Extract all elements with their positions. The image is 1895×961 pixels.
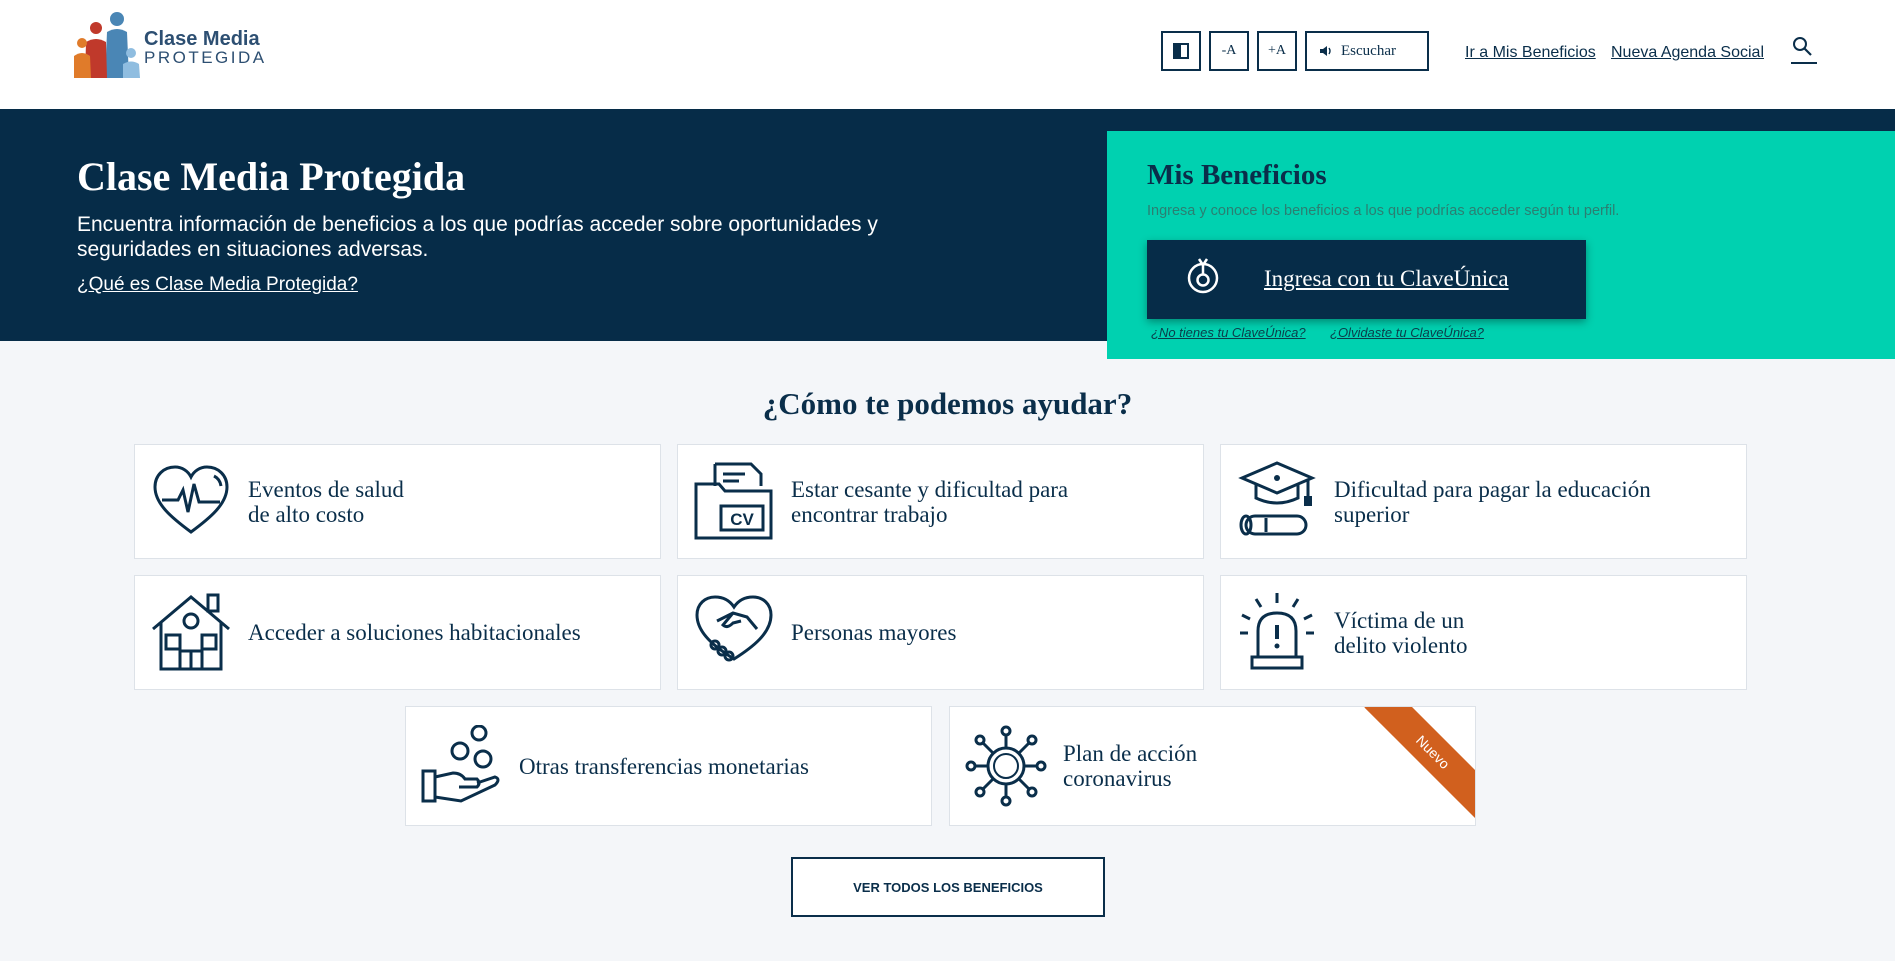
site-logo[interactable]: Clase Media PROTEGIDA — [74, 12, 264, 82]
logo-line2: PROTEGIDA — [144, 48, 267, 67]
claveunica-login-button[interactable]: Ingresa con tu ClaveÚnica — [1147, 240, 1586, 319]
beneficios-title: Mis Beneficios — [1147, 159, 1327, 191]
forgot-claveunica-link[interactable]: ¿Olvidaste tu ClaveÚnica? — [1330, 325, 1484, 340]
card-label: Plan de acción coronavirus — [1063, 741, 1198, 791]
search-icon — [1793, 37, 1812, 56]
card-label: Personas mayores — [791, 620, 957, 645]
house-icon — [152, 593, 230, 671]
agenda-social-link[interactable]: Nueva Agenda Social — [1611, 44, 1764, 62]
card-transferencias[interactable]: Otras transferencias monetarias — [405, 706, 932, 826]
card-label: Víctima de un delito violento — [1334, 607, 1468, 658]
listen-label: Escuchar — [1341, 42, 1396, 59]
hand-coins-icon — [421, 725, 500, 803]
card-label: Acceder a soluciones habitacionales — [248, 620, 581, 645]
card-educacion[interactable]: Dificultad para pagar la educación super… — [1220, 444, 1747, 559]
siren-icon — [1240, 593, 1314, 670]
card-label: Otras transferencias monetarias — [519, 753, 809, 779]
speaker-icon — [1320, 46, 1331, 56]
listen-button[interactable]: Escuchar — [1305, 31, 1429, 71]
card-label: Eventos de salud de alto costo — [248, 476, 404, 527]
card-habitacionales[interactable]: Acceder a soluciones habitacionales — [134, 575, 661, 690]
increase-text-button[interactable]: +A — [1257, 31, 1297, 71]
beneficios-subtitle: Ingresa y conoce los beneficios a los qu… — [1147, 203, 1620, 219]
site-header: Clase Media PROTEGIDA -A +A Escuchar Ir … — [0, 0, 1895, 109]
family-logo-icon — [74, 12, 140, 78]
svg-text:CV: CV — [730, 510, 754, 529]
about-link[interactable]: ¿Qué es Clase Media Protegida? — [77, 274, 358, 296]
cv-folder-icon: CV — [694, 462, 773, 540]
new-badge: Nuevo — [1364, 707, 1475, 821]
contrast-icon — [1173, 43, 1189, 59]
heart-pulse-icon — [153, 465, 229, 534]
no-claveunica-link[interactable]: ¿No tienes tu ClaveÚnica? — [1151, 325, 1306, 340]
search-button[interactable] — [1791, 36, 1817, 64]
claveunica-label: Ingresa con tu ClaveÚnica — [1264, 266, 1509, 291]
card-cesante[interactable]: CV Estar cesante y dificultad para encon… — [677, 444, 1204, 559]
card-coronavirus[interactable]: Plan de acción coronavirus Nuevo — [949, 706, 1476, 826]
section-title: ¿Cómo te podemos ayudar? — [762, 386, 1133, 421]
contrast-button[interactable] — [1161, 31, 1201, 71]
page-title: Clase Media Protegida — [77, 154, 466, 199]
card-victima-delito[interactable]: Víctima de un delito violento — [1220, 575, 1747, 690]
mis-beneficios-link[interactable]: Ir a Mis Beneficios — [1465, 44, 1596, 62]
ver-todos-button[interactable]: VER TODOS LOS BENEFICIOS — [791, 857, 1105, 917]
virus-icon — [965, 725, 1047, 807]
card-label: Estar cesante y dificultad para encontra… — [791, 476, 1069, 527]
mis-beneficios-panel: Mis Beneficios Ingresa y conoce los bene… — [1107, 131, 1895, 359]
claveunica-icon — [1187, 258, 1219, 294]
hero-description: Encuentra información de beneficios a lo… — [77, 213, 878, 261]
card-label: Dificultad para pagar la educación super… — [1334, 476, 1651, 527]
card-personas-mayores[interactable]: Personas mayores — [677, 575, 1204, 690]
decrease-text-button[interactable]: -A — [1209, 31, 1249, 71]
card-eventos-salud[interactable]: Eventos de salud de alto costo — [134, 444, 661, 559]
graduation-cap-icon — [1238, 461, 1316, 536]
heart-handshake-icon — [695, 595, 773, 662]
